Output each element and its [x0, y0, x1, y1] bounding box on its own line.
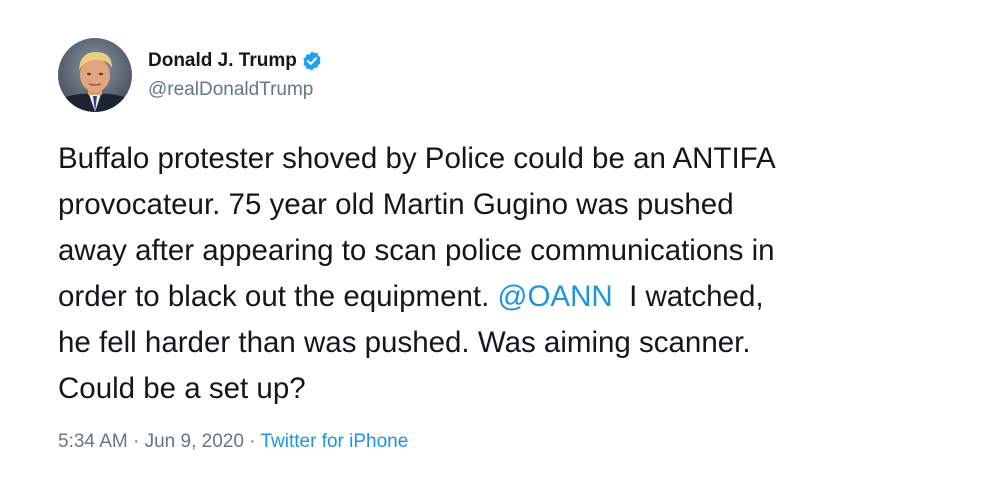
tweet-time[interactable]: 5:34 AM — [58, 431, 128, 452]
tweet-line: order to black out the equipment. @OANN … — [58, 274, 958, 320]
tweet-date[interactable]: Jun 9, 2020 — [145, 431, 244, 452]
tweet-header: Donald J. Trump @realDonaldTrump — [58, 38, 323, 112]
tweet-text: Buffalo protester shoved by Police could… — [58, 136, 958, 412]
verified-badge-icon — [301, 50, 323, 72]
tweet-line: he fell harder than was pushed. Was aimi… — [58, 326, 751, 359]
display-name[interactable]: Donald J. Trump — [148, 47, 297, 75]
display-name-row[interactable]: Donald J. Trump — [148, 46, 323, 76]
tweet-line: away after appearing to scan police comm… — [58, 234, 775, 267]
tweet-source-link[interactable]: Twitter for iPhone — [260, 431, 408, 452]
tweet-line: Buffalo protester shoved by Police could… — [58, 142, 776, 175]
user-handle[interactable]: @realDonaldTrump — [148, 76, 323, 104]
avatar[interactable] — [58, 38, 132, 112]
author-names: Donald J. Trump @realDonaldTrump — [148, 46, 323, 104]
meta-separator: · — [127, 431, 145, 452]
meta-separator: · — [243, 431, 261, 452]
tweet-line-segment: order to black out the equipment. — [58, 280, 498, 313]
tweet-line-segment: I watched, — [612, 280, 764, 313]
tweet-line: Could be a set up? — [58, 372, 306, 405]
tweet-line: provocateur. 75 year old Martin Gugino w… — [58, 188, 734, 221]
mention-link-oann[interactable]: @OANN — [498, 280, 613, 313]
tweet-card: Donald J. Trump @realDonaldTrump Buffalo… — [0, 0, 1002, 502]
tweet-metadata: 5:34 AM · Jun 9, 2020 · Twitter for iPho… — [58, 428, 408, 456]
